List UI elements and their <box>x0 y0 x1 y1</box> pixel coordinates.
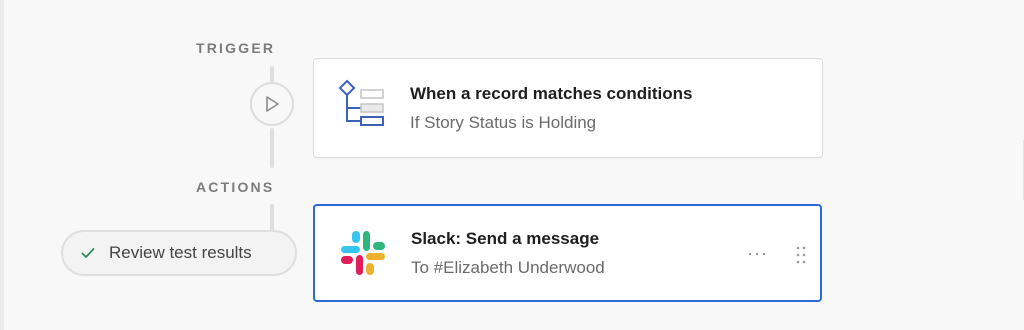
trigger-card[interactable]: When a record matches conditions If Stor… <box>313 58 823 158</box>
check-icon <box>81 248 95 258</box>
slack-action-card[interactable]: Slack: Send a message To #Elizabeth Unde… <box>313 204 822 302</box>
action-card-subtitle: To #Elizabeth Underwood <box>411 257 605 277</box>
trigger-card-subtitle: If Story Status is Holding <box>410 112 597 132</box>
test-trigger-button[interactable] <box>250 82 294 126</box>
drag-handle-icon[interactable] <box>796 246 806 264</box>
trigger-section-label: TRIGGER <box>196 40 276 56</box>
review-test-results-label: Review test results <box>109 243 252 262</box>
conditions-tree-icon <box>338 79 384 126</box>
more-options-button[interactable]: ··· <box>747 244 768 262</box>
automation-canvas: TRIGGER When a record matches conditions… <box>0 0 1024 330</box>
play-icon <box>266 96 279 112</box>
actions-section-label: ACTIONS <box>196 179 275 195</box>
slack-icon <box>341 231 385 275</box>
trigger-card-title: When a record matches conditions <box>410 83 693 103</box>
flow-connector <box>270 128 274 168</box>
review-test-results-button[interactable]: Review test results <box>61 230 297 276</box>
action-card-title: Slack: Send a message <box>411 228 600 248</box>
